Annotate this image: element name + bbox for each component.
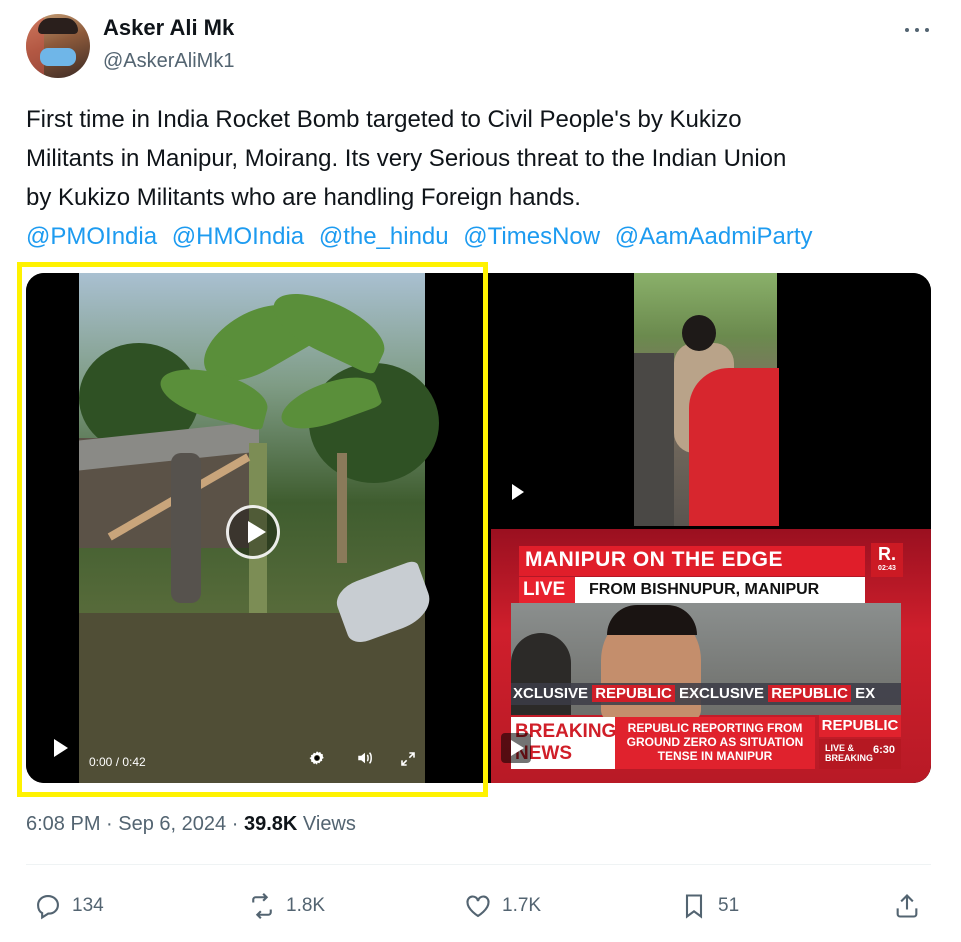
play-icon[interactable] [512,484,526,500]
avatar-hair [38,18,78,34]
volume-icon[interactable] [355,749,375,767]
main-video[interactable]: 0:00 / 0:42 [26,273,478,783]
repost-count: 1.8K [286,895,326,916]
views-label: Views [302,813,356,835]
repost-icon [252,893,272,919]
fullscreen-icon[interactable] [400,751,416,767]
tweet-meta: 6:08 PM · Sep 6, 2024 · 39.8K Views [26,813,356,835]
mention-link[interactable]: @HMOIndia [172,223,304,250]
mention-list: @PMOIndia @HMOIndia @the_hindu @TimesNow… [26,217,821,256]
mention-link[interactable]: @PMOIndia [26,223,157,250]
news-headline: MANIPUR ON THE EDGE [525,548,784,571]
second-video[interactable] [491,273,931,526]
views-count: 39.8K [243,813,298,835]
republic-badge: REPUBLIC [819,715,901,737]
author-display-name[interactable]: Asker Ali Mk [103,15,234,41]
heart-icon [466,895,490,918]
like-count: 1.7K [502,895,542,916]
gear-icon[interactable] [308,749,326,767]
play-icon[interactable] [226,505,280,559]
channel-logo: R. 02:43 [871,543,903,577]
reply-count: 134 [72,895,104,916]
exclusive-ticker: XCLUSIVE REPUBLIC EXCLUSIVE REPUBLIC EX [511,683,901,705]
bookmark-button[interactable]: 51 [680,890,739,922]
repost-button[interactable]: 1.8K [248,890,325,922]
mention-link[interactable]: @the_hindu [319,223,449,250]
avatar[interactable] [26,14,90,78]
author-handle[interactable]: @AskerAliMk1 [103,50,234,73]
video-frame [634,273,779,526]
like-button[interactable]: 1.7K [464,890,541,922]
avatar-face-mask [40,48,76,66]
tweet-time[interactable]: 6:08 PM [26,813,100,835]
news-location: FROM BISHNUPUR, MANIPUR [575,577,865,603]
share-icon [896,894,918,918]
more-options-icon[interactable] [902,20,932,40]
live-breaking-badge: LIVE & BREAKING 6:30 [819,739,901,769]
media-grid: 0:00 / 0:42 MANIPUR ON THE EDGE R. 02:43 … [26,273,931,783]
share-button[interactable] [893,890,921,922]
mention-link[interactable]: @TimesNow [463,223,600,250]
tweet-text-line: by Kukizo Militants who are handling For… [26,184,581,211]
play-icon[interactable] [501,733,531,763]
bookmark-count: 51 [718,895,740,916]
news-ticker: REPUBLIC REPORTING FROM GROUND ZERO AS S… [615,717,815,769]
news-video[interactable]: MANIPUR ON THE EDGE R. 02:43 LIVE FROM BI… [491,529,931,783]
tweet-text-line: First time in India Rocket Bomb targeted… [26,106,742,133]
mention-link[interactable]: @AamAadmiParty [615,223,813,250]
bookmark-icon [685,894,703,919]
tweet-text-line: Militants in Manipur, Moirang. Its very … [26,145,787,172]
video-time: 0:00 / 0:42 [89,755,146,769]
play-icon[interactable] [54,739,70,757]
tweet-date[interactable]: Sep 6, 2024 [118,813,226,835]
live-label: LIVE [519,577,575,603]
reply-icon [37,895,59,920]
divider [26,864,931,865]
reply-button[interactable]: 134 [34,890,104,922]
tweet-text: First time in India Rocket Bomb targeted… [26,100,926,217]
